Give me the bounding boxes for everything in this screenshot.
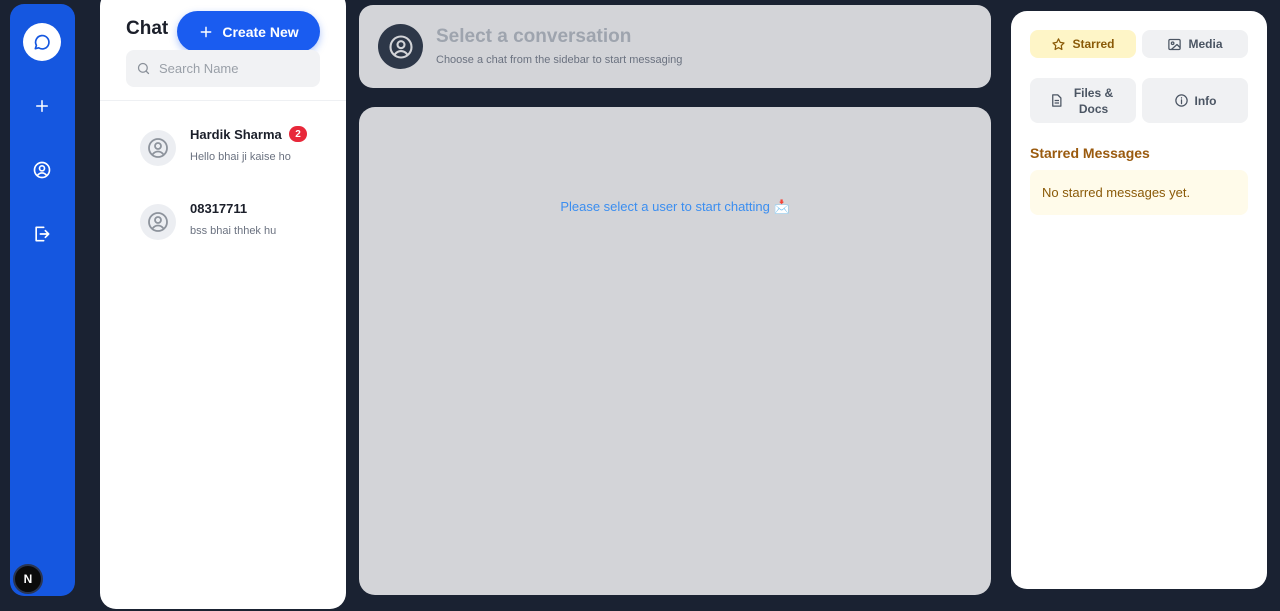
tab-files-docs[interactable]: Files & Docs — [1030, 78, 1136, 123]
contact-name: Hardik Sharma — [190, 127, 282, 142]
plus-icon — [200, 26, 212, 37]
user-circle-icon — [33, 161, 51, 179]
chat-message-area: Please select a user to start chatting 📩 — [359, 107, 991, 595]
chat-bubble-icon — [34, 34, 50, 50]
contact-item[interactable]: 08317711 bss bhai thhek hu — [140, 198, 340, 248]
tab-media[interactable]: Media — [1142, 30, 1248, 58]
contact-name: 08317711 — [190, 201, 248, 216]
create-new-label: Create New — [222, 23, 299, 40]
document-icon — [1051, 94, 1061, 107]
info-icon — [1174, 94, 1188, 107]
conversation-title: Select a conversation — [436, 26, 632, 47]
star-icon — [1052, 37, 1066, 50]
conversation-header: Select a conversation Choose a chat from… — [359, 5, 991, 88]
contact-item[interactable]: Hardik Sharma 2 Hello bhai ji kaise ho — [140, 124, 340, 174]
user-circle-icon — [148, 212, 168, 232]
tab-starred[interactable]: Starred — [1030, 30, 1136, 58]
contact-last-message: bss bhai thhek hu — [190, 225, 277, 237]
info-panel: Starred Media Files & Docs Info Starred … — [1011, 11, 1267, 589]
empty-state-text: Please select a user to start chatting 📩 — [560, 199, 790, 214]
user-circle-icon — [148, 138, 168, 158]
tab-label: Media — [1188, 37, 1223, 51]
rail-new-button[interactable] — [23, 87, 61, 125]
rail-logout-button[interactable] — [23, 215, 61, 253]
rail-profile-button[interactable] — [23, 151, 61, 189]
user-circle-icon — [388, 34, 413, 59]
divider — [100, 100, 346, 101]
contact-last-message: Hello bhai ji kaise ho — [190, 151, 291, 163]
tab-label: Files & Docs — [1073, 85, 1114, 116]
avatar[interactable]: N — [13, 564, 43, 594]
avatar-letter: N — [23, 572, 33, 586]
chat-sidebar: Chat Create New Hardik Sharma 2 Hello bh… — [100, 0, 346, 609]
contact-avatar — [140, 204, 176, 240]
unread-badge: 2 — [289, 126, 307, 142]
contact-avatar — [140, 130, 176, 166]
search-input[interactable] — [159, 61, 309, 76]
plus-icon — [36, 100, 48, 112]
tab-label: Info — [1194, 93, 1217, 108]
starred-messages-title: Starred Messages — [1030, 145, 1150, 161]
logout-icon — [35, 226, 50, 242]
tab-label: Starred — [1072, 37, 1115, 51]
rail-chat-button[interactable] — [23, 23, 61, 61]
conversation-subtitle: Choose a chat from the sidebar to start … — [436, 54, 683, 66]
nav-rail: N — [10, 4, 75, 596]
create-new-button[interactable]: Create New — [177, 11, 320, 52]
image-icon — [1168, 38, 1182, 50]
search-icon — [137, 62, 150, 75]
starred-empty-state: No starred messages yet. — [1030, 170, 1248, 215]
conversation-avatar — [378, 24, 423, 69]
sidebar-title: Chat — [126, 18, 169, 39]
tab-info[interactable]: Info — [1142, 78, 1248, 123]
search-box — [126, 50, 320, 87]
